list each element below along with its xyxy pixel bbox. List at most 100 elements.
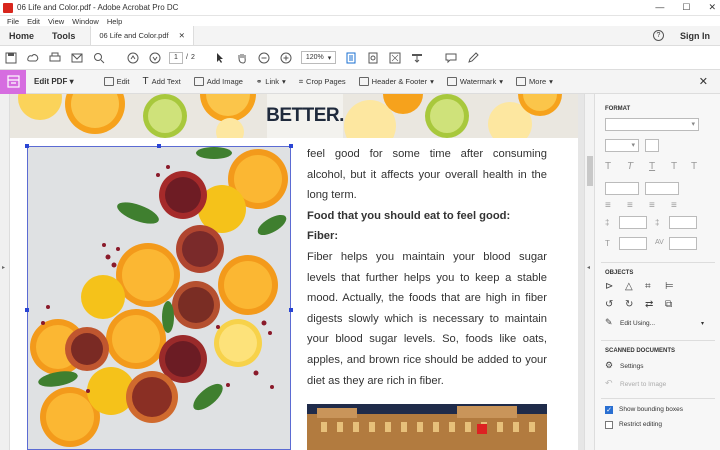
menu-help[interactable]: Help xyxy=(107,17,122,26)
scroll-mode-icon[interactable] xyxy=(362,48,384,68)
align-objects-icon[interactable]: ⊨ xyxy=(665,281,674,292)
full-screen-icon[interactable] xyxy=(384,48,406,68)
zoom-in-icon[interactable] xyxy=(275,48,297,68)
numbered-list-select[interactable] xyxy=(645,182,679,195)
text-color-button[interactable] xyxy=(645,139,659,152)
menu-window[interactable]: Window xyxy=(72,17,99,26)
restrict-editing-checkbox[interactable] xyxy=(605,421,613,429)
paragraph-spacing-select[interactable] xyxy=(669,216,697,229)
edit-pdf-title[interactable]: Edit PDF ▾ xyxy=(34,77,74,86)
subsection-heading[interactable]: Fiber: xyxy=(307,226,547,247)
left-panel-collapsed[interactable]: ▸ xyxy=(0,94,10,450)
edit-using-button[interactable]: Edit Using... xyxy=(620,320,655,327)
tab-home[interactable]: Home xyxy=(0,26,43,45)
arrange-icon[interactable]: ⧉ xyxy=(665,299,672,310)
building-photo[interactable] xyxy=(307,404,547,450)
select-cursor-icon[interactable] xyxy=(209,48,231,68)
superscript-icon[interactable]: T xyxy=(671,161,677,172)
show-bounding-boxes-checkbox[interactable]: ✓ xyxy=(605,406,613,414)
menu-edit[interactable]: Edit xyxy=(27,17,40,26)
fill-sign-icon[interactable] xyxy=(462,48,484,68)
print-icon[interactable] xyxy=(44,48,66,68)
horizontal-scale-select[interactable] xyxy=(619,237,647,250)
italic-icon[interactable]: T xyxy=(627,161,633,172)
menu-file[interactable]: File xyxy=(7,17,19,26)
rotate-right-icon[interactable]: ↻ xyxy=(625,299,633,310)
align-center-icon[interactable]: ≡ xyxy=(627,200,633,211)
close-window-button[interactable]: ✕ xyxy=(708,2,716,13)
header-footer-button[interactable]: Header & Footer ▾ xyxy=(358,77,434,86)
sign-in-link[interactable]: Sign In xyxy=(680,31,710,41)
main-toolbar: 1 / 2 120% ▾ xyxy=(0,46,720,70)
text-style-icon[interactable]: T xyxy=(605,161,611,172)
selection-handle[interactable] xyxy=(289,144,293,148)
maximize-button[interactable]: ☐ xyxy=(682,2,690,13)
flip-horizontal-icon[interactable]: △ xyxy=(625,281,633,292)
read-mode-icon[interactable] xyxy=(406,48,428,68)
body-paragraph[interactable]: Fiber helps you maintain your blood suga… xyxy=(307,247,547,391)
document-viewport[interactable]: BETTER. feel good for some time after co… xyxy=(10,94,584,450)
line-spacing-select[interactable] xyxy=(619,216,647,229)
character-spacing-select[interactable] xyxy=(669,237,697,250)
chevron-down-icon[interactable]: ▾ xyxy=(701,320,704,327)
flip-vertical-icon[interactable]: ⊳ xyxy=(605,281,613,292)
bulleted-list-select[interactable] xyxy=(605,182,639,195)
zoom-select[interactable]: 120% ▾ xyxy=(300,51,337,64)
underline-icon[interactable]: T xyxy=(649,161,655,172)
collapse-right-panel-icon[interactable]: ◂ xyxy=(587,264,590,271)
more-button[interactable]: More ▾ xyxy=(516,77,553,86)
subscript-icon[interactable]: T xyxy=(691,161,697,172)
vertical-scrollbar[interactable]: ◂ xyxy=(584,94,594,450)
menu-view[interactable]: View xyxy=(48,17,64,26)
selection-handle[interactable] xyxy=(157,144,161,148)
link-button[interactable]: ⚭ Link ▾ xyxy=(256,77,286,86)
zoom-out-icon[interactable] xyxy=(253,48,275,68)
comment-icon[interactable] xyxy=(440,48,462,68)
restrict-editing-label[interactable]: Restrict editing xyxy=(619,421,662,428)
selection-handle[interactable] xyxy=(289,308,293,312)
align-left-icon[interactable]: ≡ xyxy=(605,200,611,211)
next-page-icon[interactable] xyxy=(144,48,166,68)
pdf-page[interactable]: BETTER. feel good for some time after co… xyxy=(10,94,578,450)
crop-pages-button[interactable]: ⌗ Crop Pages xyxy=(299,77,346,87)
hand-tool-icon[interactable] xyxy=(231,48,253,68)
fruit-photo-selected[interactable] xyxy=(27,146,291,450)
tab-tools[interactable]: Tools xyxy=(43,26,84,45)
help-icon[interactable]: ? xyxy=(653,30,664,41)
align-right-icon[interactable]: ≡ xyxy=(649,200,655,211)
save-icon[interactable] xyxy=(0,48,22,68)
search-icon[interactable] xyxy=(88,48,110,68)
tab-document[interactable]: 06 Life and Color.pdf ✕ xyxy=(90,26,194,45)
email-icon[interactable] xyxy=(66,48,88,68)
settings-button[interactable]: Settings xyxy=(620,363,644,370)
watermark-button[interactable]: Watermark ▾ xyxy=(446,77,503,86)
show-bounding-boxes-label[interactable]: Show bounding boxes xyxy=(619,406,683,413)
justify-icon[interactable]: ≡ xyxy=(671,200,677,211)
crop-image-icon[interactable]: ⌗ xyxy=(645,281,651,292)
scrollbar-thumb[interactable] xyxy=(587,156,593,186)
replace-image-icon[interactable]: ⇄ xyxy=(645,299,653,310)
document-body-text[interactable]: feel good for some time after consuming … xyxy=(307,144,547,391)
edit-pdf-tool-icon[interactable] xyxy=(0,69,26,94)
rotate-left-icon[interactable]: ↺ xyxy=(605,299,613,310)
revert-to-image-button[interactable]: Revert to Image xyxy=(620,381,666,388)
add-text-button[interactable]: T Add Text xyxy=(143,76,181,87)
fit-page-icon[interactable] xyxy=(340,48,362,68)
add-image-button[interactable]: Add Image xyxy=(193,77,243,86)
top-fruit-image[interactable]: BETTER. xyxy=(10,94,578,138)
close-tab-icon[interactable]: ✕ xyxy=(179,31,185,40)
body-paragraph[interactable]: feel good for some time after consuming … xyxy=(307,144,547,206)
font-family-select[interactable]: ▾ xyxy=(605,118,699,131)
expand-left-panel-icon[interactable]: ▸ xyxy=(2,264,5,271)
font-size-select[interactable]: ▾ xyxy=(605,139,639,152)
format-heading: FORMAT xyxy=(605,106,631,112)
section-heading[interactable]: Food that you should eat to feel good: xyxy=(307,206,547,227)
selection-handle[interactable] xyxy=(25,308,29,312)
close-edit-pdf-icon[interactable]: ✕ xyxy=(699,75,708,88)
selection-handle[interactable] xyxy=(25,144,29,148)
cloud-upload-icon[interactable] xyxy=(22,48,44,68)
minimize-button[interactable]: — xyxy=(655,2,664,13)
edit-button[interactable]: Edit xyxy=(103,77,130,86)
page-number-input[interactable]: 1 xyxy=(169,51,183,64)
previous-page-icon[interactable] xyxy=(122,48,144,68)
